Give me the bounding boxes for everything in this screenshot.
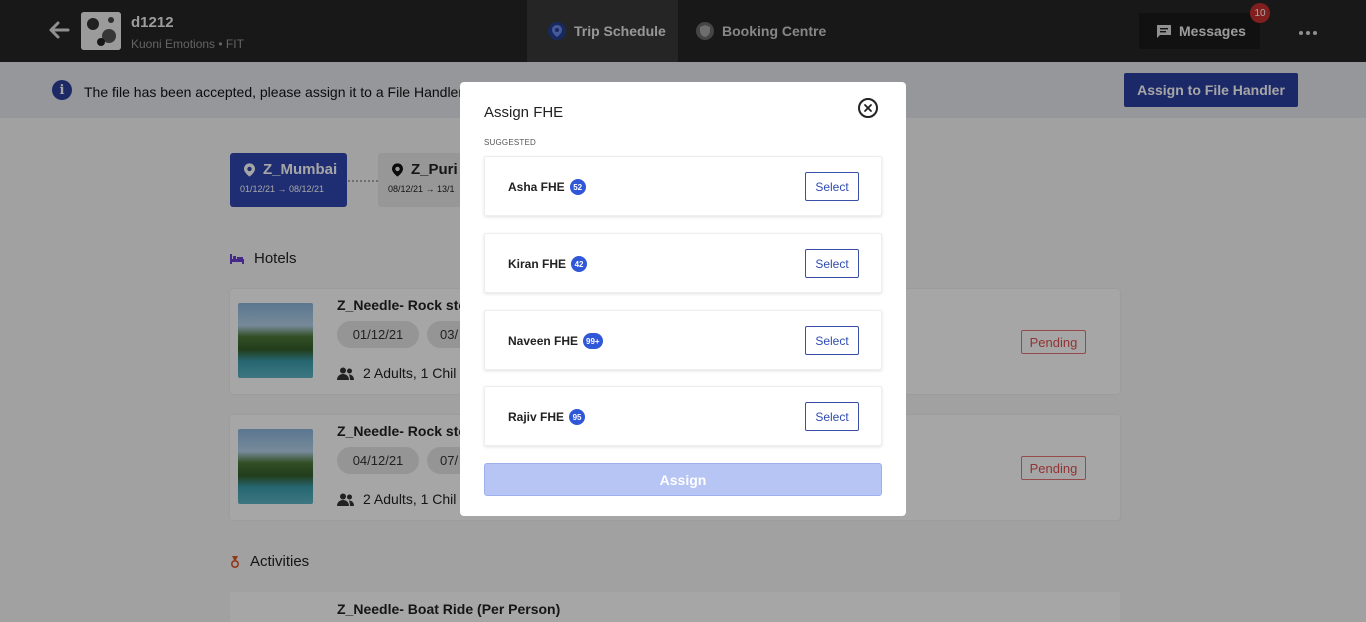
fhe-option: Naveen FHE 99+ Select	[484, 310, 882, 370]
fhe-option: Asha FHE 52 Select	[484, 156, 882, 216]
fhe-name: Rajiv FHE	[508, 410, 565, 424]
file-count-badge: 52	[569, 179, 586, 195]
select-button[interactable]: Select	[805, 326, 859, 355]
fhe-name: Naveen FHE	[508, 334, 579, 348]
suggested-label: SUGGESTED	[484, 138, 537, 147]
fhe-name: Kiran FHE	[508, 257, 567, 271]
select-button[interactable]: Select	[805, 402, 859, 431]
fhe-option: Rajiv FHE 95 Select	[484, 386, 882, 446]
file-count-badge: 95	[569, 409, 586, 425]
file-count-badge: 99+	[583, 333, 603, 349]
modal-title: Assign FHE	[484, 104, 564, 121]
select-button[interactable]: Select	[805, 172, 859, 201]
file-count-badge: 42	[571, 256, 588, 272]
select-button[interactable]: Select	[805, 249, 859, 278]
fhe-name: Asha FHE	[508, 180, 565, 194]
fhe-option: Kiran FHE 42 Select	[484, 233, 882, 293]
assign-fhe-modal: Assign FHE SUGGESTED Asha FHE 52 Select K…	[460, 82, 906, 516]
assign-button[interactable]: Assign	[484, 463, 882, 496]
close-icon[interactable]	[858, 98, 878, 118]
